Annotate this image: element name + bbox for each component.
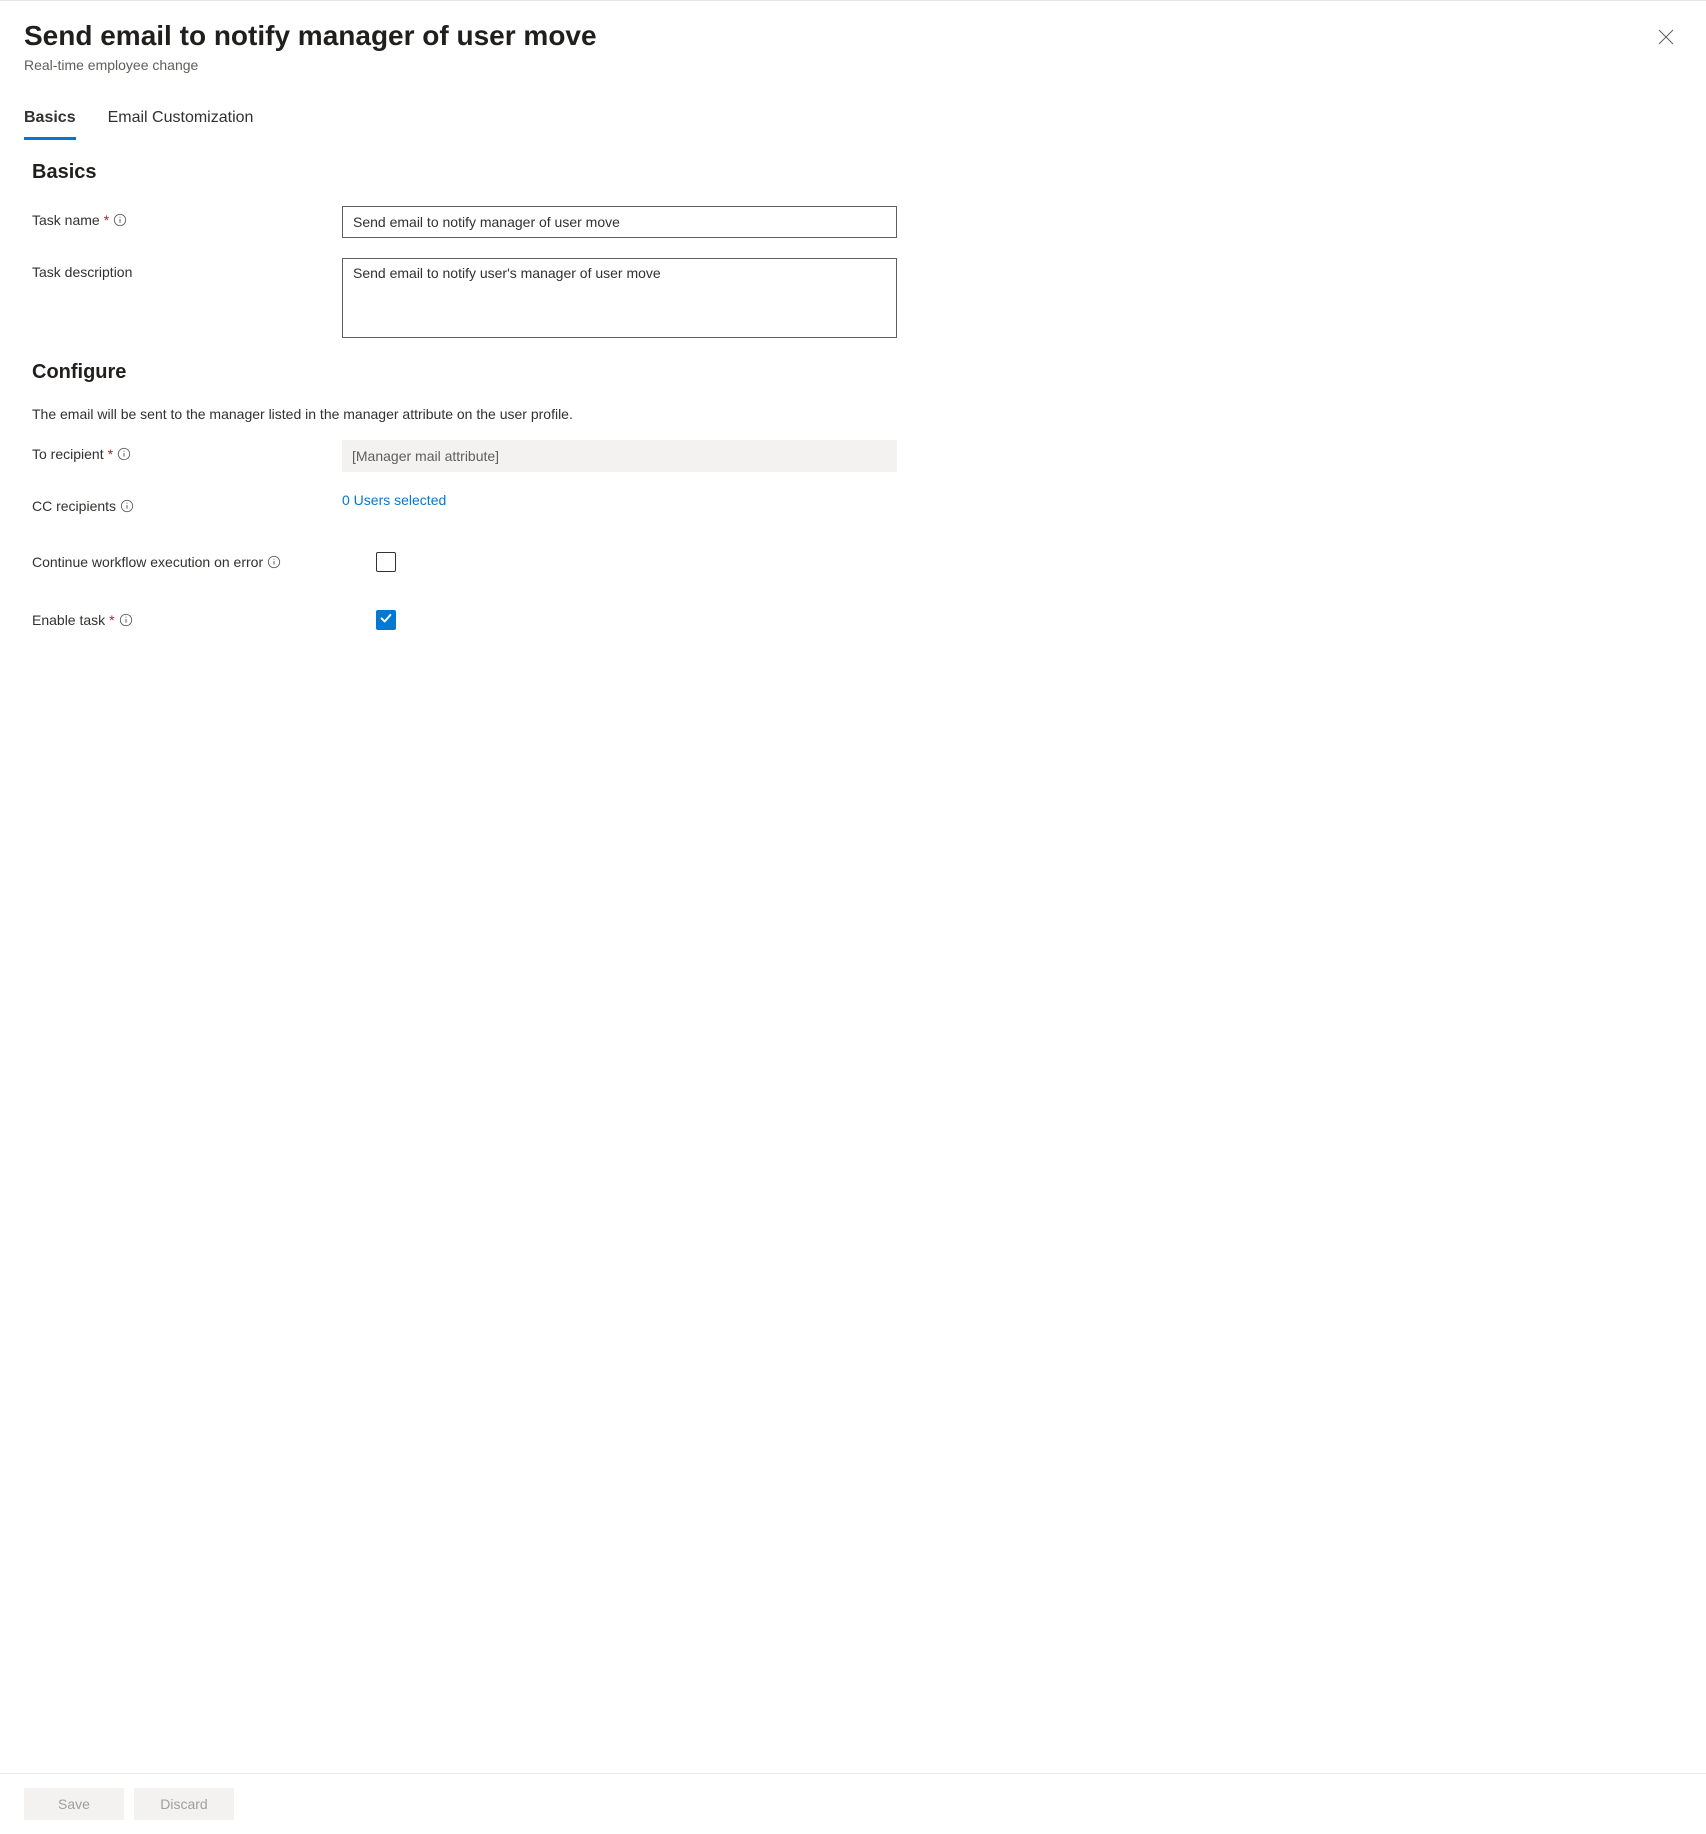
label-cc-recipients: CC recipients [32, 492, 342, 514]
panel-footer: Save Discard [0, 1773, 1706, 1834]
required-marker: * [108, 446, 113, 462]
configure-helper-text: The email will be sent to the manager li… [32, 406, 1674, 422]
close-icon [1658, 29, 1674, 48]
info-icon[interactable] [120, 499, 134, 513]
tab-basics[interactable]: Basics [24, 109, 76, 140]
required-marker: * [109, 612, 114, 628]
label-to-recipient-text: To recipient [32, 446, 104, 462]
row-to-recipient: To recipient * [32, 440, 1674, 472]
label-task-description: Task description [32, 258, 342, 280]
row-cc-recipients: CC recipients 0 Users selected [32, 492, 1674, 514]
row-continue-on-error: Continue workflow execution on error [32, 552, 1674, 572]
save-button[interactable]: Save [24, 1788, 124, 1820]
close-button[interactable] [1650, 21, 1682, 56]
control-enable-task [376, 610, 396, 630]
checkmark-icon [379, 611, 393, 628]
info-icon[interactable] [119, 613, 133, 627]
label-task-name-text: Task name [32, 212, 100, 228]
label-task-description-text: Task description [32, 264, 132, 280]
header-text-group: Send email to notify manager of user mov… [24, 17, 1650, 73]
label-continue-on-error-text: Continue workflow execution on error [32, 554, 263, 570]
panel-content: Basics Task name * Task description [0, 141, 1706, 1773]
info-icon[interactable] [113, 213, 127, 227]
control-task-name [342, 206, 897, 238]
label-continue-on-error: Continue workflow execution on error [32, 554, 342, 570]
label-task-name: Task name * [32, 206, 342, 228]
tabs-bar: Basics Email Customization [0, 109, 1706, 141]
panel-header: Send email to notify manager of user mov… [0, 1, 1706, 73]
task-edit-panel: Send email to notify manager of user mov… [0, 0, 1706, 1834]
info-icon[interactable] [117, 447, 131, 461]
checkbox-enable-task[interactable] [376, 610, 396, 630]
checkbox-continue-on-error[interactable] [376, 552, 396, 572]
row-task-name: Task name * [32, 206, 1674, 238]
discard-button[interactable]: Discard [134, 1788, 234, 1820]
control-continue-on-error [376, 552, 396, 572]
required-marker: * [104, 212, 109, 228]
input-task-name[interactable] [342, 206, 897, 238]
section-title-configure: Configure [32, 361, 1674, 384]
control-to-recipient [342, 440, 897, 472]
input-to-recipient [342, 440, 897, 472]
section-title-basics: Basics [32, 161, 1674, 184]
label-to-recipient: To recipient * [32, 440, 342, 462]
label-enable-task-text: Enable task [32, 612, 105, 628]
row-enable-task: Enable task * [32, 610, 1674, 630]
textarea-task-description[interactable] [342, 258, 897, 338]
label-enable-task: Enable task * [32, 612, 342, 628]
info-icon[interactable] [267, 555, 281, 569]
label-cc-recipients-text: CC recipients [32, 498, 116, 514]
cc-recipients-link[interactable]: 0 Users selected [342, 492, 446, 508]
row-task-description: Task description [32, 258, 1674, 341]
tab-email-customization[interactable]: Email Customization [108, 109, 254, 140]
panel-title: Send email to notify manager of user mov… [24, 17, 1650, 55]
control-cc-recipients: 0 Users selected [342, 492, 897, 508]
control-task-description [342, 258, 897, 341]
panel-subtitle: Real-time employee change [24, 57, 1650, 73]
